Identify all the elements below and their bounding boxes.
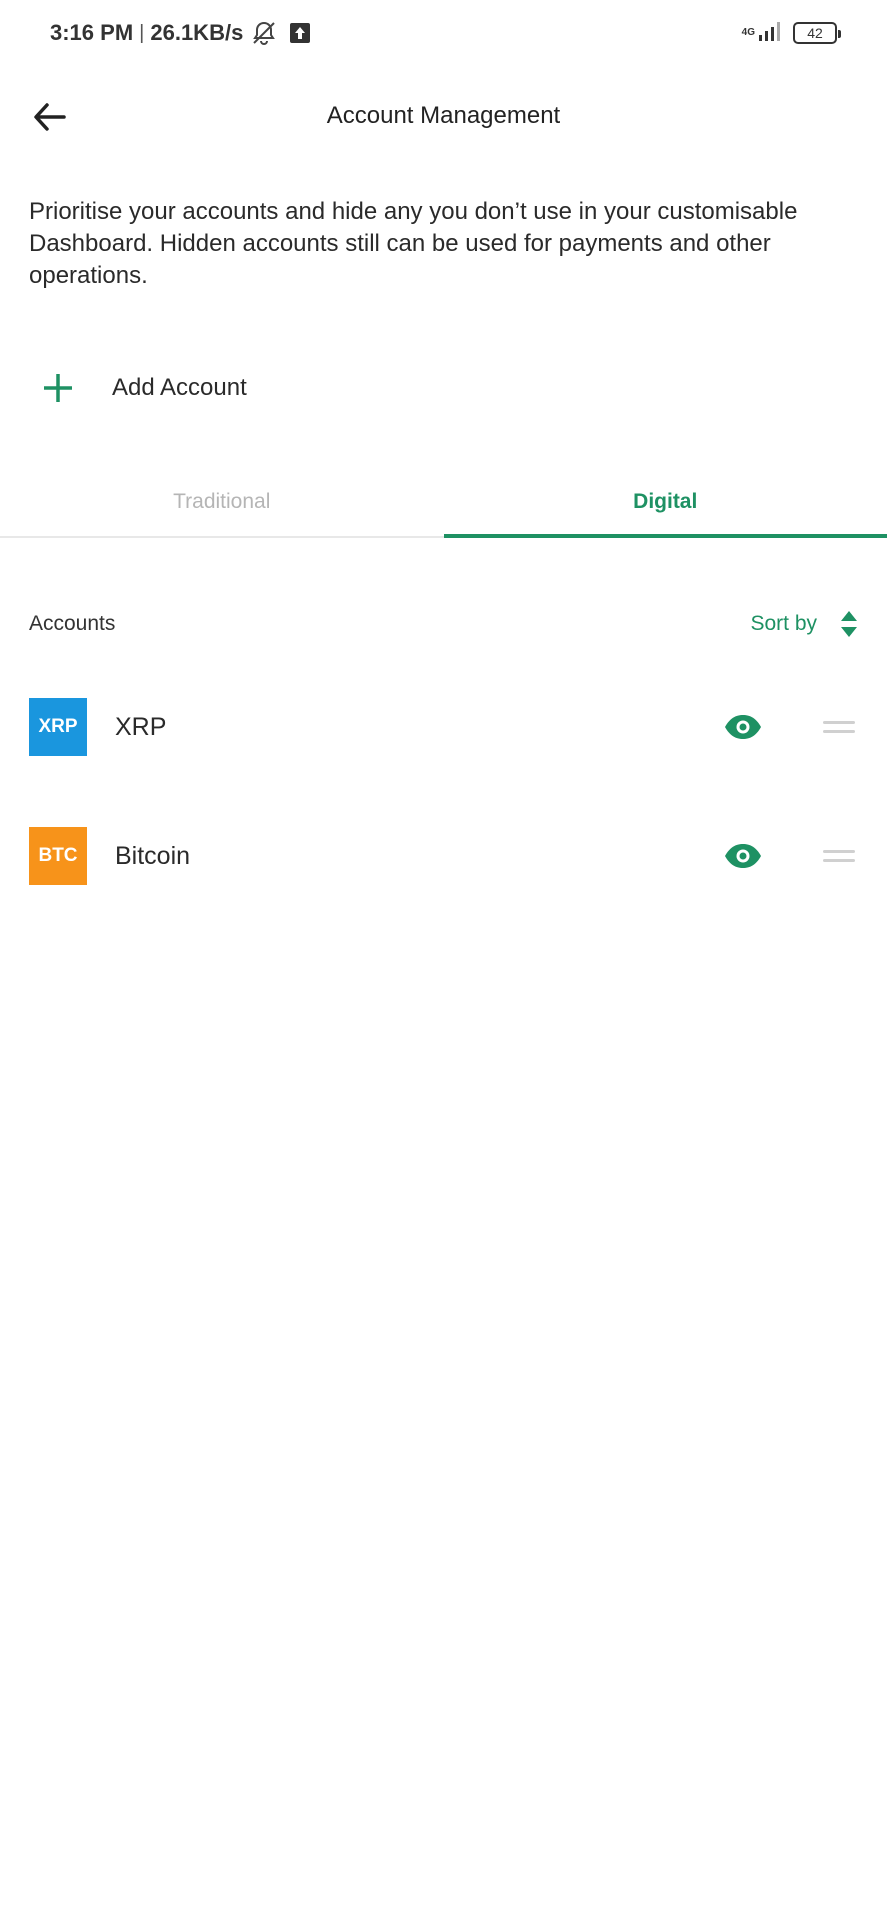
xrp-logo-text: XRP — [38, 716, 78, 737]
drag-handle-icon — [823, 721, 855, 733]
signal-icon — [757, 20, 783, 47]
sort-by-button[interactable]: Sort by — [750, 610, 859, 638]
app-header: Account Management — [0, 80, 887, 150]
battery-icon: 42 — [793, 22, 841, 44]
add-account-label: Add Account — [112, 374, 247, 401]
tab-digital[interactable]: Digital — [443, 468, 887, 538]
account-row-xrp[interactable]: XRP XRP — [29, 698, 859, 756]
status-right: 4G 42 — [741, 18, 841, 48]
account-name: XRP — [115, 712, 167, 741]
network-type: 4G — [741, 27, 755, 38]
page-title: Account Management — [326, 102, 561, 129]
btc-logo: BTC — [29, 827, 87, 885]
upload-icon — [289, 22, 311, 44]
sort-by-label: Sort by — [750, 612, 817, 635]
tab-label: Traditional — [173, 490, 271, 513]
drag-handle-icon — [823, 850, 855, 862]
status-left: 3:16 PM | 26.1KB/s — [50, 18, 311, 48]
visibility-toggle-xrp[interactable] — [719, 703, 767, 751]
status-bar: 3:16 PM | 26.1KB/s 4G 42 — [0, 0, 887, 64]
btc-logo-text: BTC — [38, 845, 78, 866]
account-name: Bitcoin — [115, 841, 191, 870]
accounts-label: Accounts — [29, 612, 116, 635]
battery-level: 42 — [807, 25, 823, 41]
status-time: 3:16 PM — [50, 20, 134, 45]
tab-traditional[interactable]: Traditional — [0, 468, 444, 536]
status-separator: | — [139, 21, 145, 44]
add-account-button[interactable]: Add Account — [28, 358, 448, 418]
tab-label: Digital — [633, 490, 698, 513]
xrp-logo: XRP — [29, 698, 87, 756]
visibility-toggle-bitcoin[interactable] — [719, 832, 767, 880]
plus-icon — [28, 358, 88, 418]
eye-icon — [725, 844, 761, 868]
eye-icon — [725, 715, 761, 739]
drag-handle-xrp[interactable] — [819, 707, 859, 747]
bell-muted-icon — [251, 20, 277, 46]
accounts-header: Accounts Sort by — [29, 604, 859, 644]
drag-handle-bitcoin[interactable] — [819, 836, 859, 876]
network-speed: 26.1KB/s — [150, 20, 244, 45]
sort-icon — [841, 611, 857, 637]
account-type-tabs: Traditional Digital — [0, 468, 887, 538]
description-text: Prioritise your accounts and hide any yo… — [29, 198, 798, 289]
account-row-bitcoin[interactable]: BTC Bitcoin — [29, 827, 859, 885]
